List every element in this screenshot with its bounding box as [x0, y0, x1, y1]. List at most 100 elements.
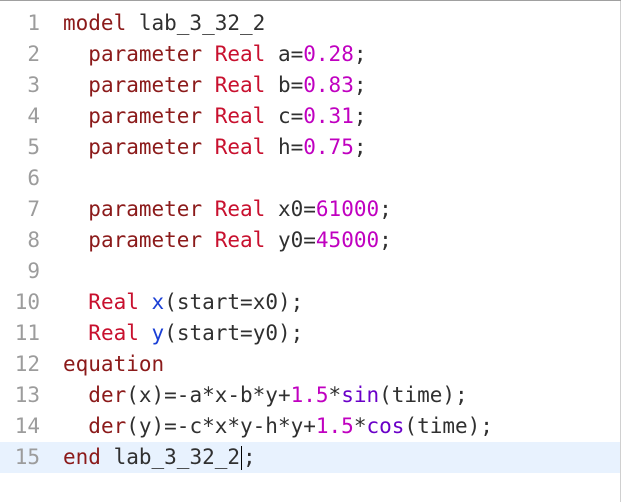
line-number: 7	[27, 197, 40, 221]
code-token: Real	[88, 321, 139, 345]
code-token: h=	[265, 135, 304, 159]
line-number: 14	[14, 414, 40, 438]
code-token: ;	[353, 135, 367, 159]
code-token: x	[151, 290, 165, 314]
code-token: parameter	[88, 42, 203, 66]
code-line[interactable]: 12 equation	[0, 349, 621, 380]
code-line[interactable]: 2 parameter Real a=0.28;	[0, 39, 621, 70]
code-area[interactable]: 1 model lab_3_32_2 2 parameter Real a=0.28…	[0, 8, 621, 473]
code-token: (start=y0);	[164, 321, 304, 345]
line-number: 11	[14, 321, 40, 345]
code-line[interactable]: 3 parameter Real b=0.83;	[0, 70, 621, 101]
line-text: equation	[63, 349, 164, 380]
code-token: ;	[353, 42, 367, 66]
code-line[interactable]: 8 parameter Real y0=45000;	[0, 225, 621, 256]
text-cursor	[241, 446, 243, 470]
line-number: 8	[27, 228, 40, 252]
code-line[interactable]: 7 parameter Real x0=61000;	[0, 194, 621, 225]
code-line[interactable]: 14 der(y)=-c*x*y-h*y+1.5*cos(time);	[0, 411, 621, 442]
code-token: sin	[341, 383, 380, 407]
line-text: parameter Real x0=61000;	[63, 194, 392, 225]
line-number: 1	[27, 11, 40, 35]
line-text: parameter Real b=0.83;	[63, 70, 366, 101]
code-token: der	[88, 414, 127, 438]
code-token: parameter	[88, 73, 203, 97]
code-token: (time);	[404, 414, 493, 438]
line-text: parameter Real h=0.75;	[63, 132, 367, 163]
code-token: 1.5	[315, 414, 354, 438]
code-token: Real	[214, 104, 266, 128]
code-token: parameter	[88, 197, 203, 221]
line-number: 13	[14, 383, 40, 407]
code-token: ;	[353, 104, 367, 128]
code-token: (x)=-a*x-b*y+	[126, 383, 291, 407]
code-token: Real	[214, 135, 266, 159]
line-text: parameter Real y0=45000;	[63, 225, 392, 256]
code-line[interactable]: 4 parameter Real c=0.31;	[0, 101, 621, 132]
code-token: 0.28	[303, 42, 354, 66]
code-token: lab_3_32_2	[126, 11, 266, 35]
code-token: Real	[214, 197, 266, 221]
code-line[interactable]: 5 parameter Real h=0.75;	[0, 132, 621, 163]
code-token: *	[328, 383, 342, 407]
line-text: end lab_3_32_2;	[63, 442, 256, 473]
line-text: der(x)=-a*x-b*y+1.5*sin(time);	[63, 380, 467, 411]
code-token: end	[63, 445, 101, 469]
line-text: Real y(start=y0);	[63, 318, 303, 349]
code-token: Real	[214, 42, 266, 66]
line-number: 9	[27, 259, 40, 283]
code-token: 61000	[315, 197, 380, 221]
code-line[interactable]: 1 model lab_3_32_2	[0, 8, 621, 39]
code-token: y0=	[265, 228, 316, 252]
line-number: 15	[14, 445, 40, 469]
code-line[interactable]: 10 Real x(start=x0);	[0, 287, 621, 318]
code-token: b=	[265, 73, 304, 97]
code-token: parameter	[88, 135, 203, 159]
code-token: lab_3_32_2	[100, 445, 241, 469]
code-token: x0=	[265, 197, 316, 221]
code-token: equation	[63, 352, 165, 376]
code-token: ;	[379, 197, 392, 221]
line-text: parameter Real c=0.31;	[63, 101, 367, 132]
line-number: 2	[27, 42, 40, 66]
code-token: Real	[214, 228, 266, 252]
code-line[interactable]: 9	[0, 256, 621, 287]
code-line[interactable]: 6	[0, 163, 621, 194]
code-line[interactable]: 15 end lab_3_32_2;	[0, 442, 621, 473]
code-token: 0.75	[303, 135, 354, 159]
code-token: ;	[243, 445, 256, 469]
code-token: cos	[366, 414, 405, 438]
code-token: (y)=-c*x*y-h*y+	[126, 414, 316, 438]
code-line[interactable]: 11 Real y(start=y0);	[0, 318, 621, 349]
code-token: parameter	[88, 228, 203, 252]
line-text: der(y)=-c*x*y-h*y+1.5*cos(time);	[63, 411, 493, 442]
code-token: a=	[265, 42, 304, 66]
line-number: 3	[27, 73, 40, 97]
line-number: 4	[27, 104, 40, 128]
code-editor[interactable]: 1 model lab_3_32_2 2 parameter Real a=0.28…	[0, 0, 621, 502]
line-number: 12	[14, 352, 40, 376]
line-number: 10	[14, 290, 40, 314]
code-token: ;	[379, 228, 392, 252]
code-token: model	[63, 11, 127, 35]
line-number: 5	[27, 135, 40, 159]
code-token: *	[353, 414, 367, 438]
code-token: 0.83	[303, 73, 354, 97]
code-token: y	[151, 321, 165, 345]
code-line[interactable]: 13 der(x)=-a*x-b*y+1.5*sin(time);	[0, 380, 621, 411]
